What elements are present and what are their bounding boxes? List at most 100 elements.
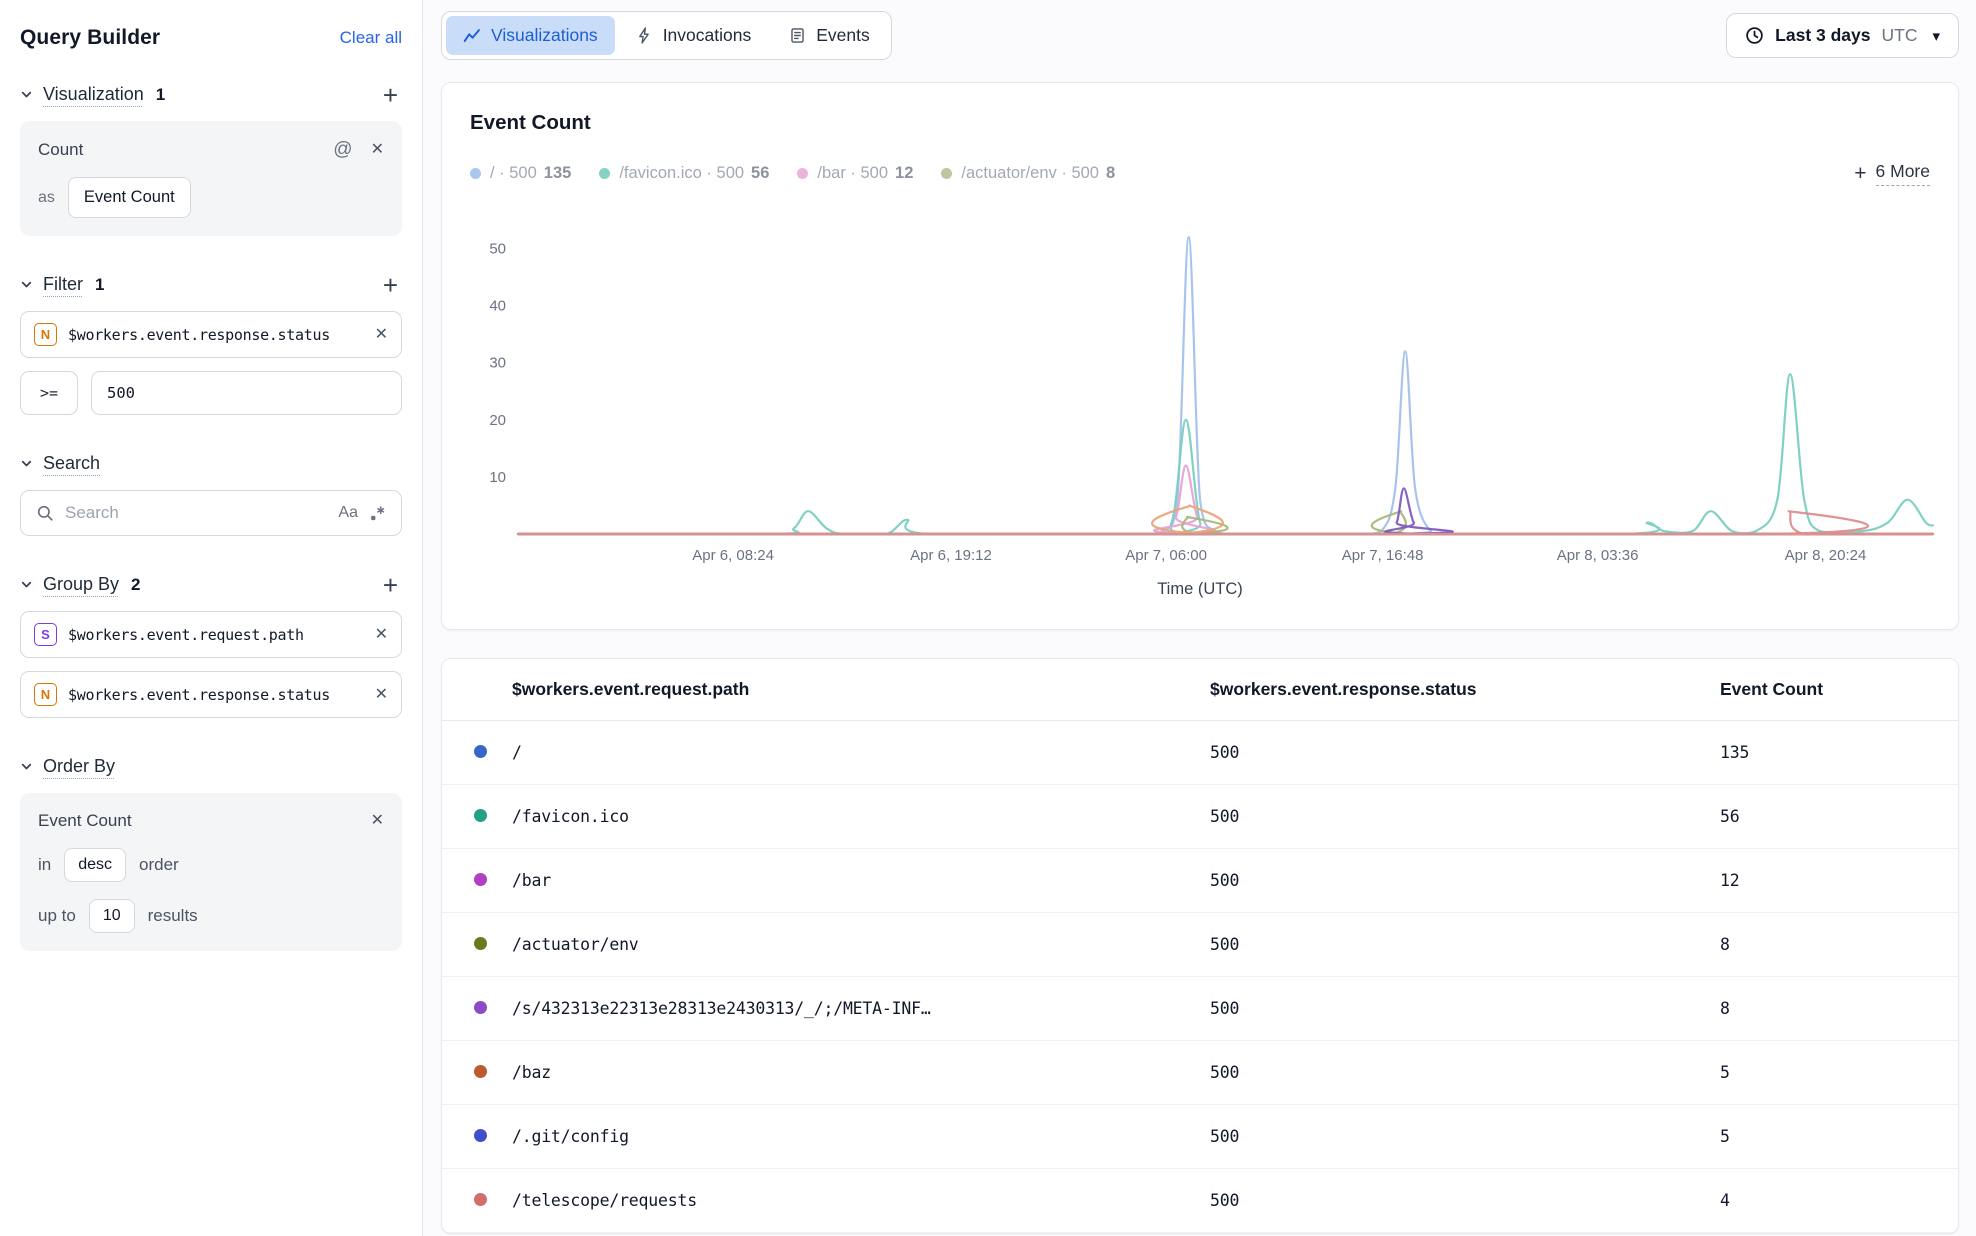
filter-field-name: $workers.event.response.status [68, 326, 358, 344]
group-by-field-name: $workers.event.response.status [68, 686, 358, 704]
filter-section-title[interactable]: Filter [43, 274, 83, 295]
results-label: results [148, 906, 198, 926]
legend-item[interactable]: /actuator/env · 5008 [941, 164, 1115, 183]
aggregate-function-label[interactable]: Count [38, 140, 83, 160]
chevron-down-icon: ▾ [1932, 27, 1940, 45]
alias-input[interactable]: Event Count [68, 177, 191, 218]
table-row[interactable]: /telescope/requests5004 [442, 1168, 1959, 1232]
svg-text:30: 30 [489, 355, 506, 372]
cell-request-path: /baz [512, 1040, 1210, 1104]
chevron-down-icon[interactable] [20, 457, 33, 470]
type-badge: S [34, 623, 57, 646]
order-label: order [139, 855, 179, 875]
legend-item[interactable]: / · 500135 [470, 164, 571, 183]
group-by-section-header: Group By 2 + [20, 574, 402, 595]
search-box: Aa [20, 490, 402, 536]
table-header-row: $workers.event.request.path $workers.eve… [442, 659, 1959, 720]
search-section-header: Search [20, 453, 402, 474]
group-by-field[interactable]: N$workers.event.response.status✕ [20, 671, 402, 718]
legend-item[interactable]: /bar · 50012 [797, 164, 913, 183]
search-input[interactable] [65, 503, 327, 523]
add-group-by-button[interactable]: + [379, 575, 402, 595]
cell-request-path: /telescope/requests [512, 1168, 1210, 1232]
search-section-title[interactable]: Search [43, 453, 100, 474]
svg-text:Apr 7, 16:48: Apr 7, 16:48 [1342, 547, 1424, 564]
view-tabs: Visualizations Invocations Events [441, 11, 892, 60]
chevron-down-icon[interactable] [20, 578, 33, 591]
order-by-section-title[interactable]: Order By [43, 756, 115, 777]
up-to-label: up to [38, 906, 76, 926]
add-filter-button[interactable]: + [379, 275, 402, 295]
group-by-section-title[interactable]: Group By [43, 574, 119, 595]
order-direction-select[interactable]: desc [64, 848, 126, 882]
operator-select[interactable]: >= [20, 371, 78, 415]
svg-text:Apr 8, 03:36: Apr 8, 03:36 [1557, 547, 1639, 564]
legend-count: 12 [895, 164, 913, 183]
legend-dot [941, 168, 952, 179]
svg-text:Apr 6, 08:24: Apr 6, 08:24 [692, 547, 774, 564]
in-label: in [38, 855, 51, 875]
number-type-badge: N [34, 323, 57, 346]
table-row[interactable]: /s/432313e22313e28313e2430313/_/;/META-I… [442, 976, 1959, 1040]
group-by-list: S$workers.event.request.path✕N$workers.e… [20, 611, 402, 718]
tab-label: Visualizations [491, 25, 598, 46]
cell-event-count: 5 [1720, 1104, 1959, 1168]
remove-filter-icon[interactable]: ✕ [375, 327, 388, 343]
remove-visualization-icon[interactable]: ✕ [371, 142, 384, 158]
legend-item[interactable]: /favicon.ico · 500 56 [599, 164, 769, 183]
svg-text:Apr 8, 20:24: Apr 8, 20:24 [1785, 547, 1867, 564]
cell-event-count: 135 [1720, 720, 1959, 784]
cell-event-count: 12 [1720, 848, 1959, 912]
tab-visualizations[interactable]: Visualizations [446, 16, 615, 55]
chart-legend: / · 500135/favicon.ico · 500 56/bar · 500… [470, 161, 1930, 186]
legend-label: /favicon.ico · 500 [619, 164, 744, 183]
order-by-card: Event Count ✕ in desc order up to 10 res… [20, 793, 402, 951]
group-by-field[interactable]: S$workers.event.request.path✕ [20, 611, 402, 658]
add-visualization-button[interactable]: + [379, 85, 402, 105]
visualization-count: 1 [156, 85, 165, 105]
table-row[interactable]: /.git/config5005 [442, 1104, 1959, 1168]
svg-text:40: 40 [489, 298, 506, 315]
table-row[interactable]: /500135 [442, 720, 1959, 784]
at-icon[interactable]: @ [333, 139, 352, 161]
tab-invocations[interactable]: Invocations [619, 16, 769, 55]
series-dot [474, 873, 487, 886]
visualization-section-title[interactable]: Visualization [43, 84, 144, 105]
legend-count: 8 [1106, 164, 1115, 183]
table-row[interactable]: /favicon.ico50056 [442, 784, 1959, 848]
results-table-panel: $workers.event.request.path $workers.eve… [441, 658, 1959, 1234]
group-by-count: 2 [131, 575, 140, 595]
filter-section-header: Filter 1 + [20, 274, 402, 295]
chevron-down-icon[interactable] [20, 278, 33, 291]
remove-group-by-icon[interactable]: ✕ [375, 627, 388, 643]
remove-order-by-icon[interactable]: ✕ [371, 813, 384, 829]
chart-legend-items: / · 500135/favicon.ico · 500 56/bar · 500… [470, 164, 1143, 183]
filter-value-input[interactable] [91, 371, 402, 415]
remove-group-by-icon[interactable]: ✕ [375, 687, 388, 703]
table-row[interactable]: /actuator/env5008 [442, 912, 1959, 976]
svg-text:Apr 6, 19:12: Apr 6, 19:12 [910, 547, 992, 564]
more-series-button[interactable]: + 6 More [1854, 161, 1930, 186]
filter-condition-row: >= [20, 371, 402, 415]
chevron-down-icon[interactable] [20, 88, 33, 101]
results-table: $workers.event.request.path $workers.eve… [442, 659, 1959, 1233]
cell-request-path: /favicon.ico [512, 784, 1210, 848]
x-axis-label: Time (UTC) [470, 580, 1930, 599]
clear-all-link[interactable]: Clear all [340, 28, 402, 48]
chevron-down-icon[interactable] [20, 760, 33, 773]
tab-events[interactable]: Events [772, 16, 887, 55]
legend-count: 56 [751, 164, 769, 183]
table-row[interactable]: /bar50012 [442, 848, 1959, 912]
filter-field[interactable]: N $workers.event.response.status ✕ [20, 311, 402, 358]
time-range-picker[interactable]: Last 3 days UTC ▾ [1726, 13, 1959, 58]
cell-event-count: 4 [1720, 1168, 1959, 1232]
table-row[interactable]: /baz5005 [442, 1040, 1959, 1104]
order-by-section-header: Order By [20, 756, 402, 777]
limit-input[interactable]: 10 [89, 899, 135, 933]
series-dot [474, 937, 487, 950]
cell-request-path: /.git/config [512, 1104, 1210, 1168]
filter-count: 1 [95, 275, 104, 295]
match-case-icon[interactable]: Aa [338, 504, 358, 522]
regex-icon[interactable] [369, 505, 386, 522]
col-series-dot [442, 659, 512, 720]
